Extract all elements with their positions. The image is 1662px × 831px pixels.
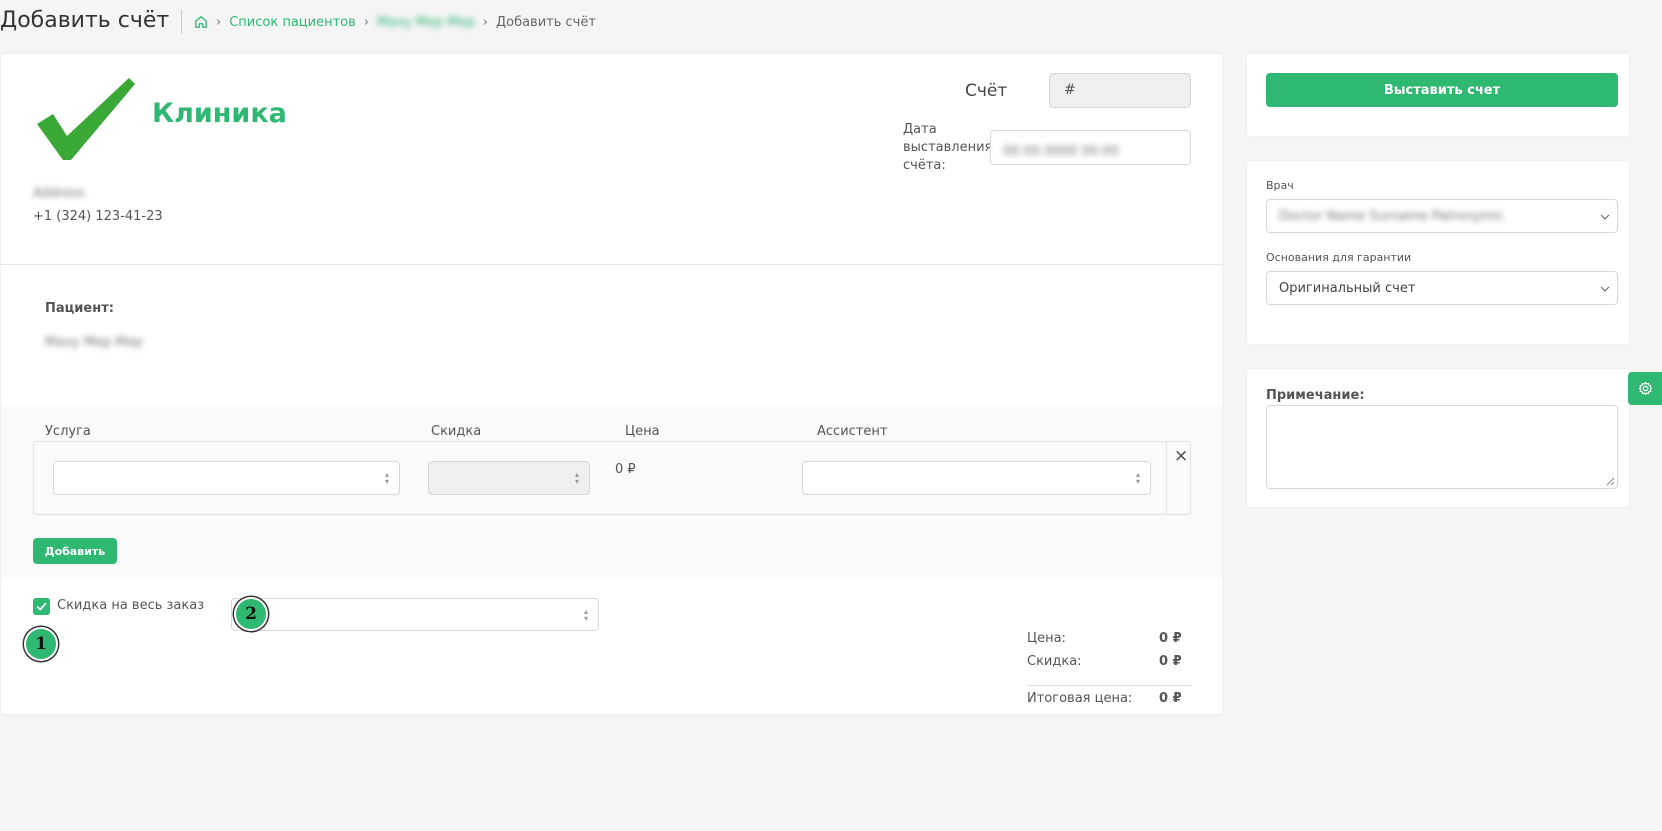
annotation-marker-1: 1 — [24, 627, 58, 661]
invoice-number-label: Счёт — [965, 81, 1008, 101]
chevron-down-icon — [1600, 283, 1610, 292]
total-discount-value: 0 ₽ — [1159, 654, 1182, 669]
note-textarea[interactable] — [1266, 405, 1618, 489]
home-icon[interactable] — [194, 15, 208, 29]
row-divider — [1166, 442, 1167, 514]
doctor-label: Врач — [1266, 179, 1294, 192]
note-label: Примечание: — [1266, 388, 1365, 403]
settings-tab[interactable] — [1628, 372, 1662, 405]
invoice-date-label: Дата выставления счёта: — [903, 122, 993, 173]
breadcrumb-separator: › — [482, 14, 488, 30]
updown-icon: ▴ ▾ — [384, 470, 389, 486]
submit-card: Выставить счет — [1247, 54, 1629, 136]
breadcrumb-separator: › — [216, 14, 222, 30]
breadcrumb-patient[interactable]: Maxy Mep Mep — [377, 15, 475, 30]
invoice-date-field[interactable]: 00.00.0000 00:00 — [990, 130, 1191, 165]
gear-icon — [1638, 381, 1653, 396]
page-title: Добавить счёт — [0, 8, 170, 33]
invoice-card: Клиника Address +1 (324) 123-41-23 Счёт … — [1, 54, 1222, 714]
breadcrumb-separator: › — [363, 14, 369, 30]
doctor-card: Врач Doctor Name Surname Patronymic Осно… — [1247, 161, 1629, 344]
chevron-down-icon — [1600, 211, 1610, 220]
patient-label: Пациент: — [45, 301, 114, 316]
guarantee-select[interactable]: Оригинальный счет — [1266, 271, 1618, 305]
section-divider — [1, 264, 1222, 265]
header-assistant: Ассистент — [817, 424, 888, 439]
discount-select[interactable]: ▴ ▾ — [428, 461, 590, 495]
clinic-phone: +1 (324) 123-41-23 — [33, 209, 163, 224]
total-price-value: 0 ₽ — [1159, 631, 1182, 646]
service-row: ▴ ▾ ▴ ▾ 0 ₽ ▴ ▾ × — [33, 441, 1191, 515]
guarantee-label: Основания для гарантии — [1266, 251, 1412, 264]
breadcrumb-current: Добавить счёт — [495, 14, 596, 30]
breadcrumb: › Список пациентов › Maxy Mep Mep › Доба… — [180, 12, 596, 32]
patient-name: Maxy Mep Mep — [45, 335, 143, 350]
total-price-label: Цена: — [1027, 631, 1066, 646]
total-discount-label: Скидка: — [1027, 654, 1082, 669]
resize-handle-icon[interactable] — [1606, 477, 1615, 486]
note-card: Примечание: — [1247, 369, 1629, 507]
clinic-name: Клиника — [152, 98, 287, 129]
order-discount-label[interactable]: Скидка на весь заказ — [57, 598, 204, 613]
breadcrumb-patients-list[interactable]: Список пациентов — [229, 15, 356, 30]
check-icon — [36, 602, 47, 611]
grand-total-value: 0 ₽ — [1159, 691, 1182, 706]
services-section: Услуга Скидка Цена Ассистент ▴ ▾ ▴ ▾ 0 ₽ ▴… — [1, 405, 1222, 579]
order-discount-checkbox[interactable] — [33, 598, 50, 615]
clinic-logo-check-icon — [37, 78, 135, 160]
invoice-number-field[interactable]: # — [1049, 73, 1191, 108]
annotation-marker-2: 2 — [234, 597, 268, 631]
grand-total-label: Итоговая цена: — [1027, 691, 1133, 706]
assistant-select[interactable]: ▴ ▾ — [802, 461, 1151, 495]
service-select[interactable]: ▴ ▾ — [53, 461, 400, 495]
totals-divider — [1027, 685, 1191, 686]
header-service: Услуга — [45, 424, 91, 439]
doctor-select[interactable]: Doctor Name Surname Patronymic — [1266, 199, 1618, 233]
header-price: Цена — [625, 424, 660, 439]
submit-invoice-button[interactable]: Выставить счет — [1266, 73, 1618, 107]
clinic-address: Address — [33, 186, 85, 201]
updown-icon: ▴ ▾ — [574, 470, 579, 486]
add-service-button[interactable]: Добавить — [33, 538, 117, 564]
order-discount-select[interactable]: ▴ ▾ — [231, 598, 599, 631]
remove-row-icon[interactable]: × — [1174, 446, 1188, 466]
header-discount: Скидка — [431, 424, 482, 439]
updown-icon: ▴ ▾ — [1135, 470, 1140, 486]
updown-icon: ▴ ▾ — [583, 606, 588, 623]
service-price: 0 ₽ — [615, 462, 636, 477]
